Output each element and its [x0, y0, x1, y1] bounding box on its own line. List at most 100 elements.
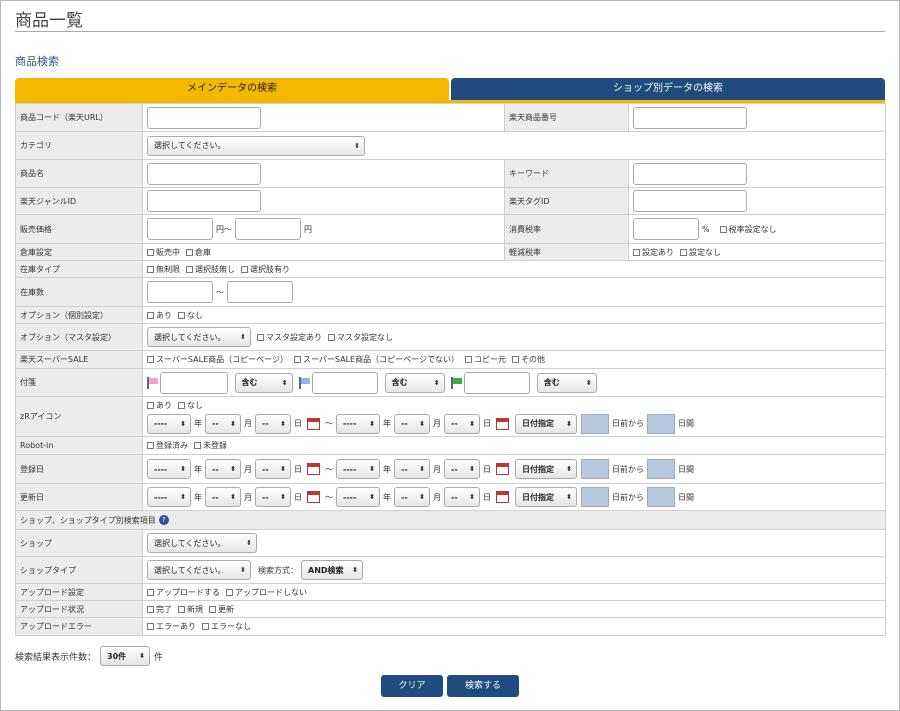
shop-type-select[interactable]: 選択してください。 ⬍ — [147, 560, 251, 580]
reduced-tax-no-checkbox[interactable]: 設定なし — [680, 247, 721, 258]
updated-date-range-to-month-select[interactable]: -- ⬍ — [394, 487, 430, 507]
updated-date-range-mode-select[interactable]: 日付指定 ⬍ — [515, 487, 577, 507]
row-registered: 登録日 ---- ⬍ 年 -- ⬍ 月 -- ⬍ 日～ ---- ⬍ 年 -- ⬍ 月 -- ⬍ 日日付指定 ⬍ 日前… — [15, 454, 886, 484]
price-max-unit: 円 — [304, 224, 312, 234]
zr-icon-date-range-to-year-select[interactable]: ---- ⬍ — [336, 413, 380, 434]
calendar-icon[interactable] — [307, 491, 320, 503]
chevron-down-icon: ⬍ — [280, 419, 286, 428]
updated-date-range-days-before-input[interactable] — [581, 487, 609, 507]
result-count-select[interactable]: 30件 ⬍ — [100, 646, 151, 666]
stock-unlimited-checkbox[interactable]: 無制限 — [147, 264, 180, 275]
row-shop-type: ショップタイプ 選択してください。 ⬍ 検索方式： AND検索 ⬍ — [15, 556, 886, 584]
updated-date-range-from-day-unit: 日 — [294, 492, 302, 502]
updated-date-range-from-year-select[interactable]: ---- ⬍ — [147, 487, 191, 507]
price-max-input[interactable] — [235, 218, 301, 240]
zr-icon-date-range-from-year-select[interactable]: ---- ⬍ — [147, 413, 191, 434]
sticky-green-match-select[interactable]: 含む ⬍ — [536, 372, 597, 393]
option-master-select[interactable]: 選択してください。 ⬍ — [147, 327, 251, 347]
product-name-input[interactable] — [147, 162, 261, 185]
updated-date-range-from-month-select[interactable]: -- ⬍ — [205, 487, 241, 507]
registered-date-range-to-month-select[interactable]: -- ⬍ — [394, 459, 430, 479]
registered-date-range-from-year-select[interactable]: ---- ⬍ — [147, 459, 191, 479]
clear-button[interactable]: クリア — [381, 675, 443, 697]
price-min-input[interactable] — [147, 218, 213, 240]
category-select[interactable]: 選択してください。 ⬍ — [147, 135, 365, 156]
label-reduced-tax: 軽減税率 — [504, 243, 629, 261]
super-sale-original-checkbox[interactable]: コピー元 — [464, 354, 506, 365]
registered-date-range-from-month-select[interactable]: -- ⬍ — [205, 459, 241, 479]
sticky-blue-input[interactable] — [312, 371, 379, 394]
registered-date-range-days-before-input[interactable] — [581, 459, 609, 479]
tax-no-setting-checkbox[interactable]: 税率設定なし — [719, 224, 777, 235]
shop-select[interactable]: 選択してください。 ⬍ — [147, 533, 257, 553]
stock-no-choice-checkbox[interactable]: 選択肢無し — [186, 264, 235, 275]
sticky-pink-match-select[interactable]: 含む ⬍ — [234, 372, 293, 393]
zr-icon-no-checkbox[interactable]: なし — [178, 400, 203, 411]
tax-rate-input[interactable] — [633, 218, 699, 240]
upload-new-checkbox[interactable]: 新規 — [178, 604, 203, 615]
stock-max-input[interactable] — [227, 281, 293, 303]
registered-date-range-from-day-select[interactable]: -- ⬍ — [255, 459, 291, 479]
rakuten-product-no-input[interactable] — [633, 106, 747, 129]
calendar-icon[interactable] — [496, 463, 509, 475]
stock-min-input[interactable] — [147, 281, 213, 303]
robot-in-registered-checkbox[interactable]: 登録済み — [147, 440, 188, 451]
zr-icon-date-range-from-day-select[interactable]: -- ⬍ — [255, 413, 291, 434]
calendar-icon[interactable] — [307, 463, 320, 475]
warehouse-stored-checkbox[interactable]: 倉庫 — [186, 247, 211, 258]
reduced-tax-yes-checkbox[interactable]: 設定あり — [633, 247, 674, 258]
option-master-yes-checkbox[interactable]: マスタ設定あり — [257, 332, 322, 343]
stock-with-choice-checkbox[interactable]: 選択肢有り — [241, 264, 290, 275]
upload-error-no-checkbox[interactable]: エラーなし — [202, 621, 251, 632]
updated-date-range-days-span-input[interactable] — [647, 487, 675, 507]
updated-date-range-from-day-select[interactable]: -- ⬍ — [255, 487, 291, 507]
tab-shop-data[interactable]: ショップ別データの検索 — [451, 78, 885, 100]
sticky-pink-input[interactable] — [160, 371, 228, 394]
zr-icon-date-range-mode-select[interactable]: 日付指定 ⬍ — [515, 413, 577, 434]
upload-update-checkbox[interactable]: 更新 — [209, 604, 234, 615]
calendar-icon[interactable] — [496, 491, 509, 503]
tag-id-input[interactable] — [633, 190, 747, 212]
help-icon[interactable]: ? — [158, 515, 169, 525]
upload-complete-checkbox[interactable]: 完了 — [147, 604, 172, 615]
zr-icon-yes-checkbox[interactable]: あり — [147, 400, 172, 411]
genre-id-input[interactable] — [147, 190, 261, 212]
upload-yes-checkbox[interactable]: アップロードする — [147, 587, 220, 598]
option-master-no-checkbox[interactable]: マスタ設定なし — [328, 332, 393, 343]
zr-icon-date-range-to-month-select[interactable]: -- ⬍ — [394, 413, 430, 434]
label-tax-rate: 消費税率 — [504, 214, 629, 244]
product-code-input[interactable] — [147, 106, 261, 129]
row-stock-type: 在庫タイプ 無制限 選択肢無し 選択肢有り — [15, 260, 886, 278]
sticky-green-input[interactable] — [464, 371, 531, 394]
zr-icon-date-range-from-month-select[interactable]: -- ⬍ — [205, 413, 241, 434]
calendar-icon[interactable] — [307, 417, 320, 430]
upload-no-checkbox[interactable]: アップロードしない — [226, 587, 307, 598]
zr-icon-date-range-to-day-select[interactable]: -- ⬍ — [444, 413, 480, 434]
super-sale-not-copy-checkbox[interactable]: スーパーSALE商品（コピーページでない） — [293, 354, 459, 365]
zr-icon-date-range-days-before-input[interactable] — [581, 413, 609, 434]
warehouse-on-sale-checkbox[interactable]: 販売中 — [147, 247, 180, 258]
label-warehouse: 倉庫設定 — [15, 243, 143, 261]
upload-error-yes-checkbox[interactable]: エラーあり — [147, 621, 196, 632]
sticky-blue-match-select[interactable]: 含む ⬍ — [384, 372, 445, 393]
search-method-select[interactable]: AND検索 ⬍ — [301, 560, 363, 580]
calendar-icon[interactable] — [496, 417, 509, 430]
tab-main-data[interactable]: メインデータの検索 — [15, 78, 449, 100]
updated-date-range-to-day-select[interactable]: -- ⬍ — [444, 487, 480, 507]
registered-date-range-to-year-select[interactable]: ---- ⬍ — [336, 459, 380, 479]
registered-date-range-mode-select[interactable]: 日付指定 ⬍ — [515, 459, 577, 479]
option-individual-no-checkbox[interactable]: なし — [178, 310, 203, 321]
registered-date-range-days-span-input[interactable] — [647, 459, 675, 479]
chevron-down-icon: ⬍ — [469, 465, 475, 473]
zr-icon-date-range-days-span-input[interactable] — [647, 413, 675, 434]
super-sale-other-checkbox[interactable]: その他 — [511, 354, 545, 365]
row-sticky: 付箋 含む ⬍ 含む ⬍ 含む ⬍ — [15, 368, 886, 397]
search-button[interactable]: 検索する — [447, 675, 519, 697]
updated-date-range-to-year-select[interactable]: ---- ⬍ — [336, 487, 380, 507]
updated-date-range-to-month-unit: 月 — [433, 492, 441, 502]
option-individual-yes-checkbox[interactable]: あり — [147, 310, 172, 321]
registered-date-range-to-day-select[interactable]: -- ⬍ — [444, 459, 480, 479]
super-sale-copy-checkbox[interactable]: スーパーSALE商品（コピーページ） — [147, 354, 288, 365]
robot-in-unregistered-checkbox[interactable]: 未登録 — [194, 440, 227, 451]
keyword-input[interactable] — [633, 162, 747, 185]
